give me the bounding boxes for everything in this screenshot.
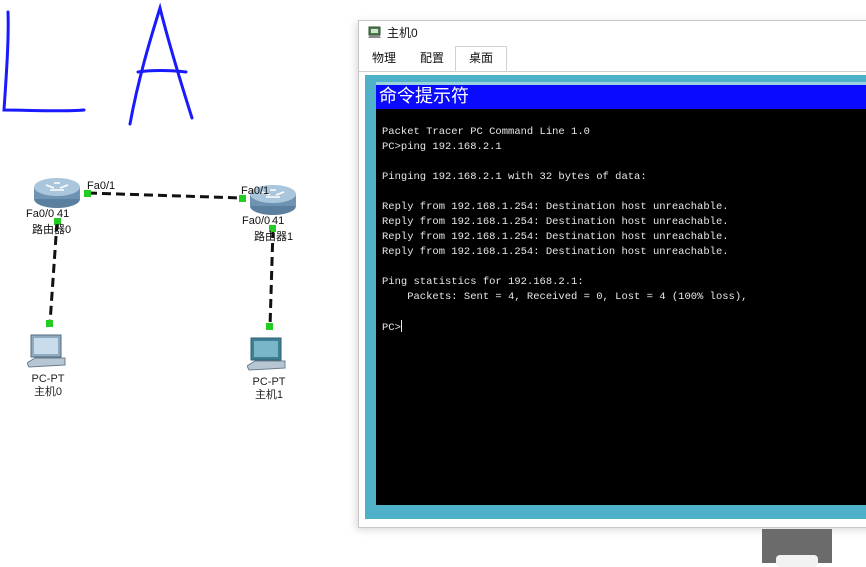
link-status-light: [46, 320, 53, 327]
pc1-label: PC-PT 主机1: [239, 376, 299, 402]
tab-physical[interactable]: 物理: [363, 47, 405, 70]
console-line: Ping statistics for 192.168.2.1:: [382, 276, 584, 288]
router0-name: 路由器0: [32, 224, 72, 236]
console-line: Reply from 192.168.1.254: Destination ho…: [382, 216, 729, 228]
scrollbar-grip[interactable]: [776, 555, 818, 567]
console-line: PC>: [382, 322, 401, 334]
pc1-model: PC-PT: [252, 376, 286, 388]
pc-icon[interactable]: [27, 333, 67, 373]
scrollbar-thumb[interactable]: [762, 529, 832, 567]
tab-bar: 物理 配置 桌面: [359, 45, 866, 72]
link-status-light: [266, 323, 273, 330]
console-line: Packets: Sent = 4, Received = 0, Lost = …: [382, 291, 748, 303]
console-line: PC>ping 192.168.2.1: [382, 141, 502, 153]
router1-model-fragment: 41: [272, 215, 285, 227]
link-router0-router1: [87, 191, 243, 200]
console-line: Reply from 192.168.1.254: Destination ho…: [382, 201, 729, 213]
console-output[interactable]: Packet Tracer PC Command Line 1.0 PC>pin…: [382, 125, 747, 336]
pc-window[interactable]: 主机0 物理 配置 桌面 命令提示符 Packet Tracer PC Comm…: [358, 20, 866, 528]
console-line: Reply from 192.168.1.254: Destination ho…: [382, 246, 729, 258]
router0-port-fa0-1: Fa0/1: [87, 180, 116, 192]
window-titlebar[interactable]: 主机0: [359, 21, 866, 43]
link-router0-pc0: [48, 221, 59, 324]
desktop-panel: 命令提示符 Packet Tracer PC Command Line 1.0 …: [365, 75, 866, 519]
pc0-model: PC-PT: [31, 373, 65, 385]
router0-model-fragment: 41: [57, 208, 70, 220]
pc1-name: 主机1: [254, 389, 284, 401]
router1-name: 路由器1: [254, 231, 294, 243]
router-icon[interactable]: [32, 175, 82, 209]
console-line: Pinging 192.168.2.1 with 32 bytes of dat…: [382, 171, 647, 183]
pc0-name: 主机0: [33, 386, 63, 398]
tab-desktop[interactable]: 桌面: [455, 46, 507, 71]
tab-config[interactable]: 配置: [409, 47, 455, 70]
pc0-label: PC-PT 主机0: [18, 373, 78, 399]
window-title: 主机0: [387, 26, 418, 40]
pc-app-icon: [368, 26, 381, 38]
router1-port-fa0-1: Fa0/1: [241, 185, 270, 197]
pc-icon[interactable]: [247, 336, 287, 376]
console-line: Packet Tracer PC Command Line 1.0: [382, 126, 590, 138]
router0-port-fa0-0: Fa0/0: [26, 208, 55, 220]
router1-port-fa0-0: Fa0/0: [242, 215, 271, 227]
text-cursor: [400, 320, 402, 332]
command-prompt-title: 命令提示符: [376, 85, 866, 109]
command-prompt-window[interactable]: 命令提示符 Packet Tracer PC Command Line 1.0 …: [376, 82, 866, 505]
console-line: Reply from 192.168.1.254: Destination ho…: [382, 231, 729, 243]
